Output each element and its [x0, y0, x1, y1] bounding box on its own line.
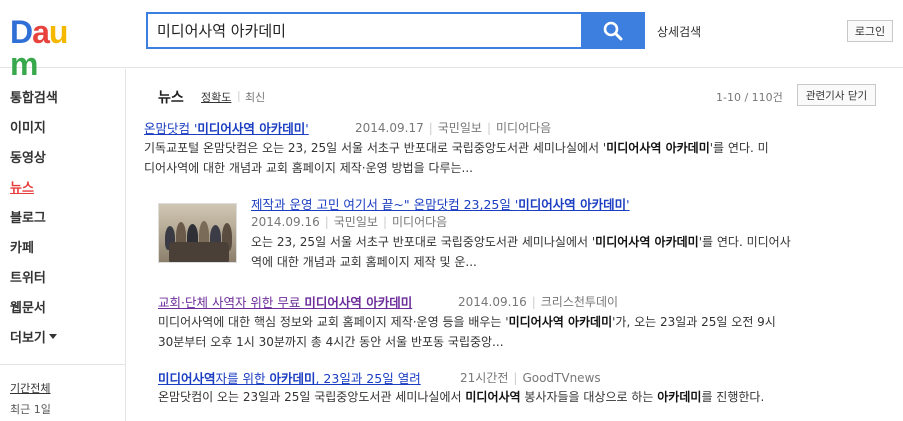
snippet-line: 기독교포털 온맘닷컴은 오는 23, 25일 서울 서초구 반포대로 국립중앙도… — [144, 141, 769, 155]
result-title[interactable]: 온맘닷컴 '미디어사역 아카데미' — [144, 118, 309, 137]
search-box — [146, 12, 582, 49]
nav-news[interactable]: 뉴스 — [10, 177, 34, 196]
section-heading: 뉴스 — [158, 90, 184, 106]
result-date: 2014.09.16 — [251, 215, 320, 229]
snippet-line: 디어사역에 대한 개념과 교회 홈페이지 제작·운영 방법을 다루는... — [144, 161, 474, 175]
news-results: 뉴스 정확도 | 최신 1-10 / 110건 관련기사 닫기 온맘닷컴 '미디… — [127, 69, 903, 421]
period-filter-title[interactable]: 기간전체 — [10, 380, 50, 396]
title-text: 온맘닷컴 ' — [144, 121, 198, 136]
result-date: 21시간전 — [460, 371, 509, 385]
title-highlight: 미디어사역 아카데미 — [304, 295, 413, 310]
nav-blog[interactable]: 블로그 — [10, 207, 46, 226]
result-meta: 2014.09.17 | 국민일보 | 미디어다음 — [355, 121, 552, 135]
logo-letter: a — [32, 14, 50, 50]
period-option[interactable]: 최근 1일 — [10, 401, 51, 417]
title-highlight: 미디어사역 아카데미 — [197, 121, 306, 136]
title-text: ' — [305, 121, 309, 136]
daum-logo[interactable]: Daum — [10, 14, 92, 80]
title-text: 자를 위한 — [215, 371, 270, 386]
result-meta: 2014.09.16 | 국민일보 | 미디어다음 — [251, 215, 448, 229]
logo-letter: D — [10, 14, 33, 50]
news-thumbnail[interactable] — [158, 203, 237, 263]
title-highlight: 미디어사역 아카데미 — [518, 197, 627, 212]
nav-cafe[interactable]: 카페 — [10, 237, 34, 256]
result-source[interactable]: 국민일보 — [334, 215, 378, 229]
sort-separator: | — [237, 89, 241, 102]
sidebar: 통합검색 이미지 동영상 뉴스 블로그 카페 트위터 웹문서 더보기 기간전체 … — [0, 69, 126, 421]
magnifier-icon — [603, 21, 623, 40]
search-input[interactable] — [148, 14, 580, 47]
result-source[interactable]: GoodTVnews — [522, 371, 600, 385]
nav-twitter[interactable]: 트위터 — [10, 267, 46, 286]
snippet-line: 미디어사역에 대한 핵심 정보와 교회 홈페이지 제작·운영 등을 배우는 '미… — [158, 315, 776, 329]
login-button[interactable]: 로그인 — [847, 20, 893, 42]
nav-all-search[interactable]: 통합검색 — [10, 87, 58, 106]
caret-down-icon — [48, 334, 57, 339]
result-title[interactable]: 교회·단체 사역자 위한 무료 미디어사역 아카데미 — [158, 292, 412, 311]
result-title[interactable]: 제작과 운영 고민 여기서 끝~" 온맘닷컴 23,25일 '미디어사역 아카데… — [251, 194, 630, 213]
title-text: , 23일과 25일 열려 — [315, 371, 421, 386]
sidebar-divider — [0, 364, 125, 365]
header: Daum 상세검색 로그인 — [0, 0, 903, 80]
advanced-search-link[interactable]: 상세검색 — [657, 23, 701, 40]
title-text: 제작과 운영 고민 여기서 끝~" 온맘닷컴 23,25일 ' — [251, 197, 519, 212]
sort-latest[interactable]: 최신 — [245, 89, 265, 105]
sort-accuracy[interactable]: 정확도 — [201, 89, 231, 105]
result-meta: 21시간전 | GoodTVnews — [460, 371, 601, 385]
result-source2[interactable]: 미디어다음 — [392, 215, 447, 229]
result-snippet: 미디어사역에 대한 핵심 정보와 교회 홈페이지 제작·운영 등을 배우는 '미… — [158, 312, 776, 352]
result-source[interactable]: 국민일보 — [438, 121, 482, 135]
result-snippet: 오는 23, 25일 서울 서초구 반포대로 국립중앙도서관 세미나실에서 '미… — [251, 232, 791, 272]
nav-more-label: 더보기 — [10, 331, 46, 346]
snippet-line: 30분부터 오후 1시 30분까지 총 4시간 동안 서울 반포동 국립중앙..… — [158, 335, 504, 349]
title-text: 교회·단체 사역자 위한 무료 — [158, 295, 305, 310]
title-highlight: 아카데미 — [269, 371, 316, 386]
result-date: 2014.09.17 — [355, 121, 424, 135]
result-source2[interactable]: 미디어다음 — [496, 121, 551, 135]
title-highlight: 미디어사역 — [158, 371, 216, 386]
snippet-line: 역에 대한 개념과 교회 홈페이지 제작 및 운... — [251, 255, 477, 269]
search-button[interactable] — [581, 12, 645, 49]
nav-more[interactable]: 더보기 — [10, 327, 57, 346]
nav-web-documents[interactable]: 웹문서 — [10, 297, 46, 316]
result-count: 1-10 / 110건 — [716, 91, 783, 104]
result-meta: 2014.09.16 | 크리스천투데이 — [458, 295, 619, 309]
logo-letter: u — [48, 14, 69, 50]
result-date: 2014.09.16 — [458, 295, 527, 309]
result-snippet: 온맘닷컴이 오는 23일과 25일 국립중앙도서관 세미나실에서 미디어사역 봉… — [158, 387, 764, 407]
title-text: ' — [626, 197, 630, 212]
close-related-button[interactable]: 관련기사 닫기 — [797, 84, 876, 106]
result-snippet: 기독교포털 온맘닷컴은 오는 23, 25일 서울 서초구 반포대로 국립중앙도… — [144, 138, 769, 178]
result-source[interactable]: 크리스천투데이 — [541, 295, 618, 309]
snippet-line: 온맘닷컴이 오는 23일과 25일 국립중앙도서관 세미나실에서 미디어사역 봉… — [158, 390, 765, 404]
result-title[interactable]: 미디어사역자를 위한 아카데미, 23일과 25일 열려 — [158, 368, 421, 387]
nav-image[interactable]: 이미지 — [10, 117, 46, 136]
snippet-line: 오는 23, 25일 서울 서초구 반포대로 국립중앙도서관 세미나실에서 '미… — [251, 235, 791, 249]
nav-video[interactable]: 동영상 — [10, 147, 46, 166]
